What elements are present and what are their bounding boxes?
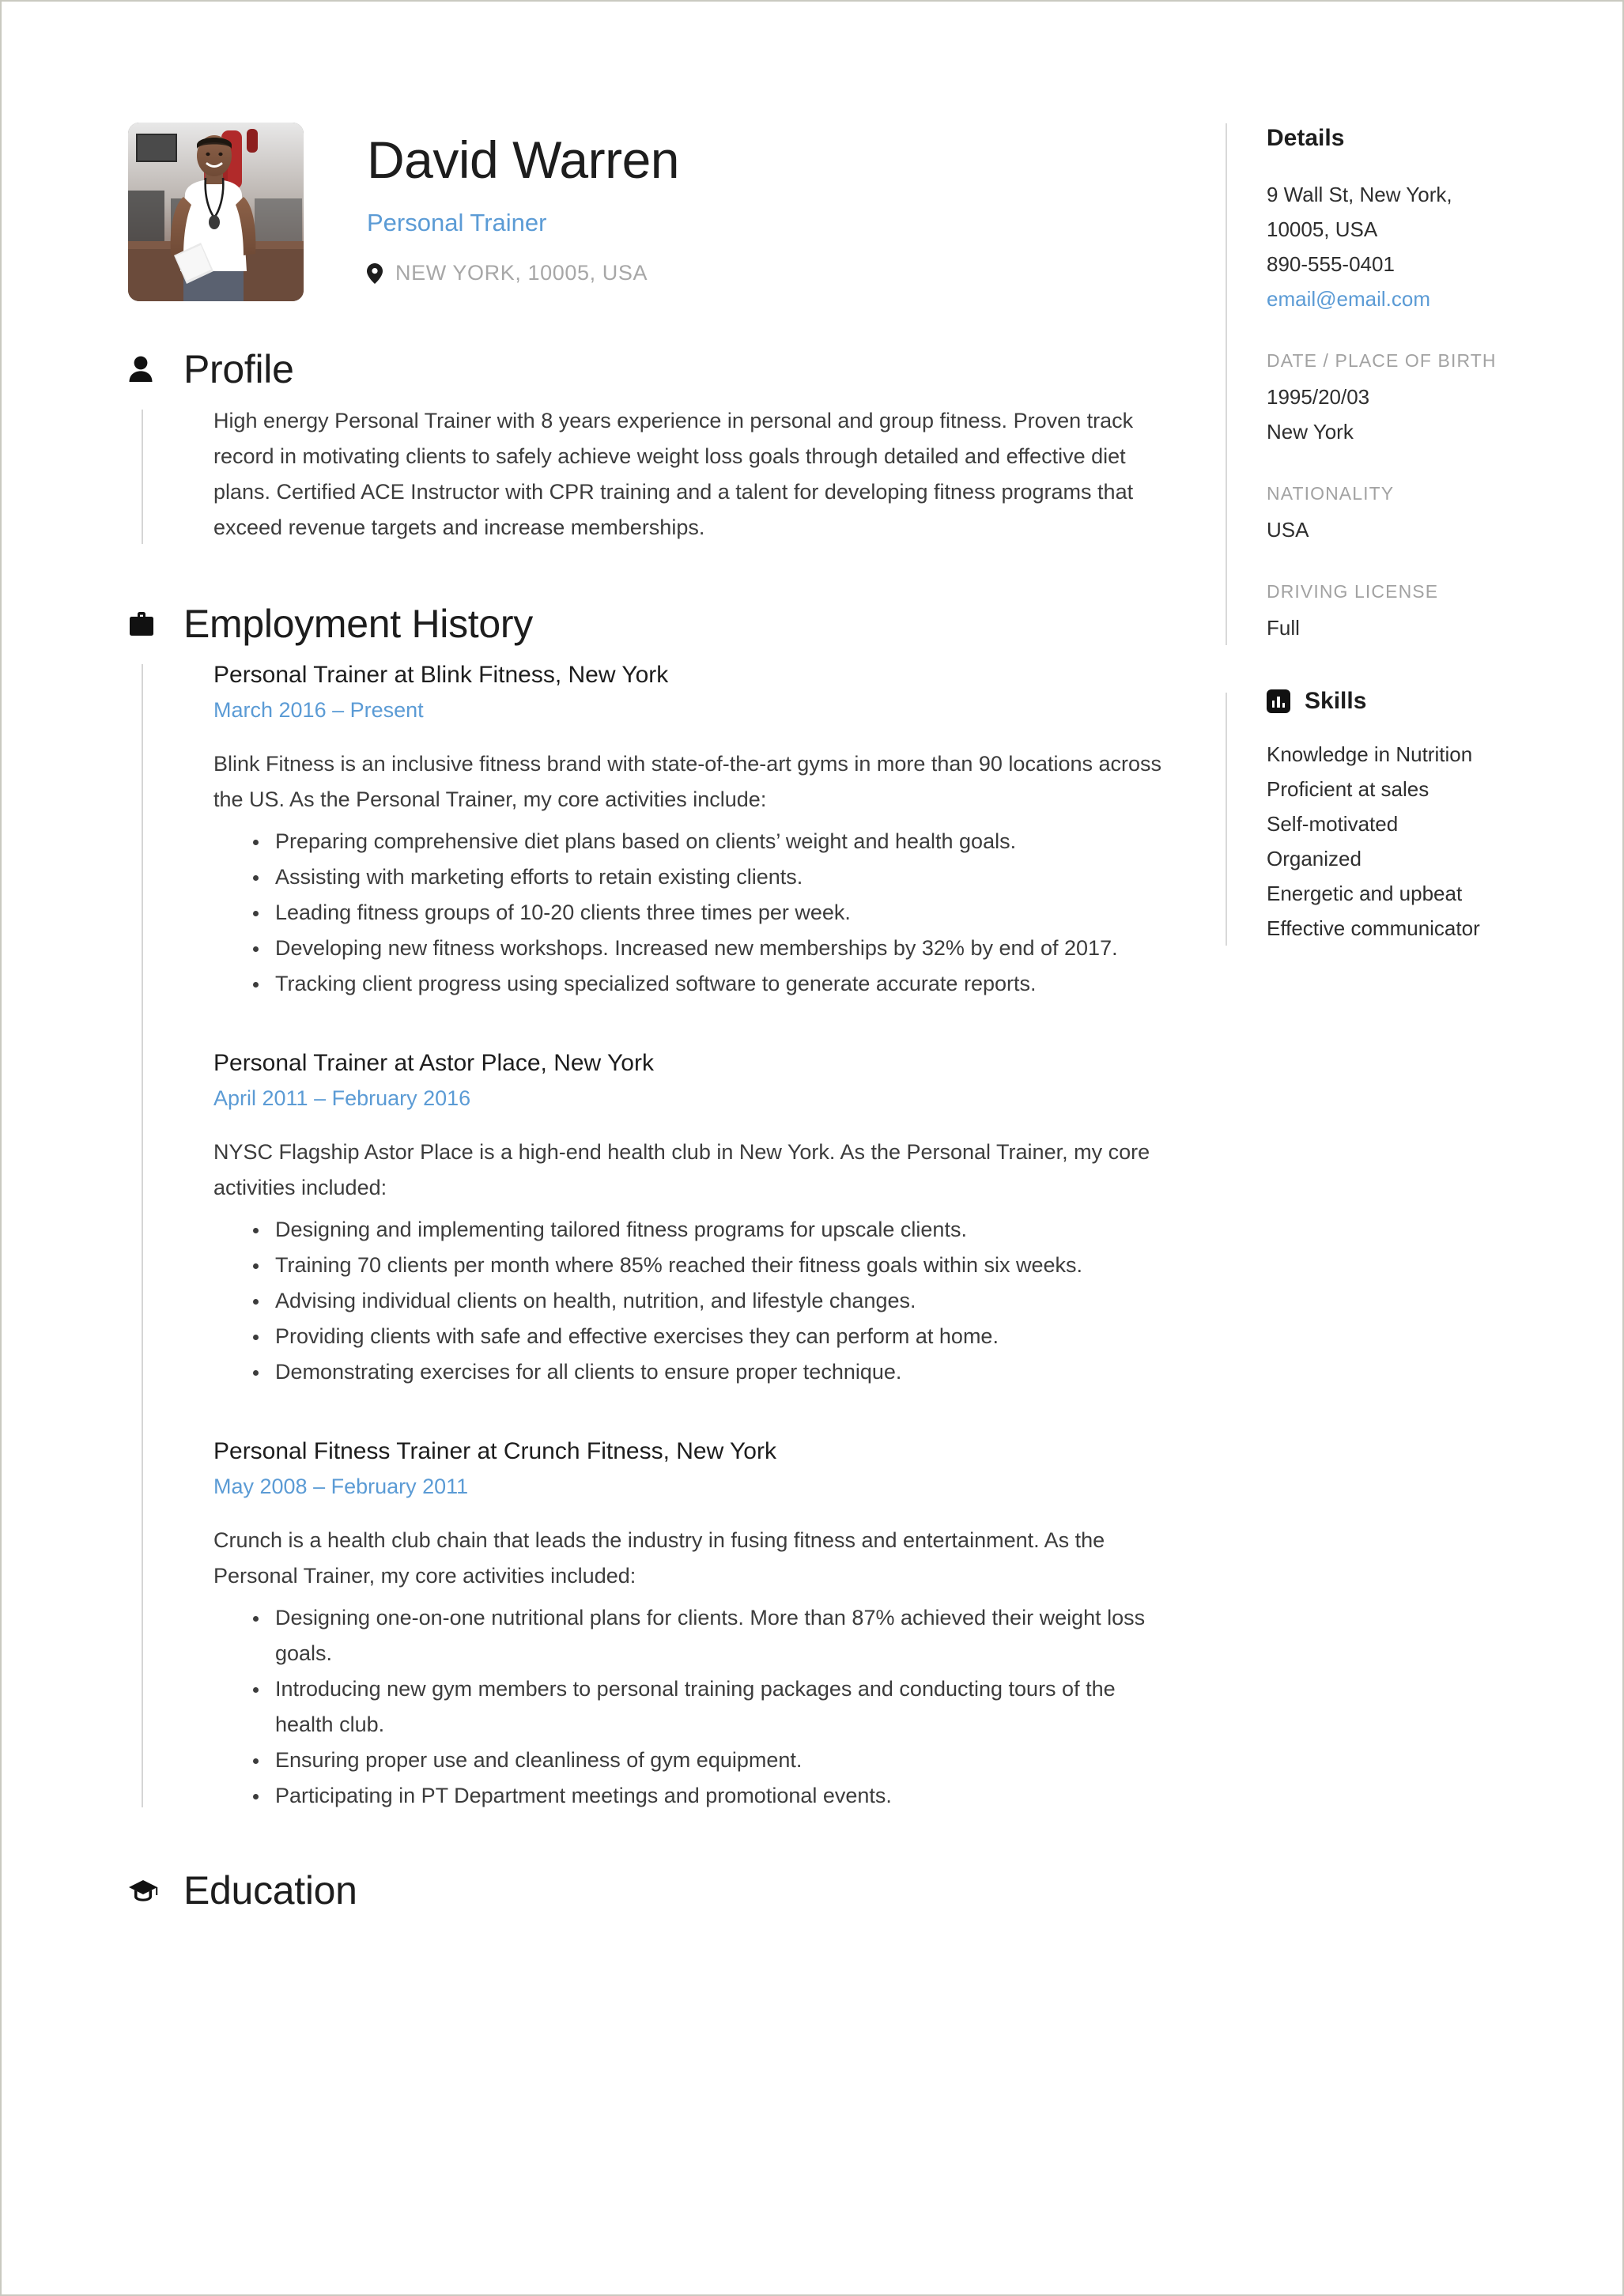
education-section-header: Education xyxy=(128,1863,1164,1918)
dob-group: DATE / PLACE OF BIRTH 1995/20/03 New Yor… xyxy=(1267,346,1565,449)
job-entry-title: Personal Fitness Trainer at Crunch Fitne… xyxy=(213,1438,776,1464)
job-entry-description: NYSC Flagship Astor Place is a high-end … xyxy=(213,1140,1150,1199)
skills-block: Skills Knowledge in Nutrition Proficient … xyxy=(1226,689,1565,946)
list-item: Participating in PT Department meetings … xyxy=(250,1778,1164,1814)
skill-item: Self-motivated xyxy=(1267,812,1399,836)
list-item: Ensuring proper use and cleanliness of g… xyxy=(250,1743,1164,1778)
location-text: NEW YORK, 10005, USA xyxy=(395,261,648,285)
job-entry: Personal Trainer at Blink Fitness, New Y… xyxy=(213,658,1164,1002)
job-entry-dates: April 2011 – February 2016 xyxy=(213,1086,471,1110)
job-entry-dates: May 2008 – February 2011 xyxy=(213,1475,469,1498)
location-pin-icon xyxy=(367,262,383,284)
list-item: Training 70 clients per month where 85% … xyxy=(250,1248,1164,1283)
profile-text: High energy Personal Trainer with 8 year… xyxy=(213,409,1134,539)
resume-page: David Warren Personal Trainer NEW YORK, … xyxy=(0,0,1624,2296)
address-line-2: 10005, USA xyxy=(1267,217,1378,241)
skill-item: Knowledge in Nutrition xyxy=(1267,742,1473,766)
graduation-cap-icon xyxy=(128,1879,164,1902)
nationality-label: NATIONALITY xyxy=(1267,483,1395,504)
contact-details: 9 Wall St, New York, 10005, USA 890-555-… xyxy=(1267,177,1565,316)
employment-body: Personal Trainer at Blink Fitness, New Y… xyxy=(128,658,1164,1814)
driving-license-value: Full xyxy=(1267,616,1300,640)
resume-header: David Warren Personal Trainer NEW YORK, … xyxy=(128,116,1140,306)
email-link[interactable]: email@email.com xyxy=(1267,281,1565,316)
job-entry-title: Personal Trainer at Astor Place, New Yor… xyxy=(213,1050,654,1076)
main-column: Profile High energy Personal Trainer wit… xyxy=(128,342,1164,1924)
job-entry-description: Blink Fitness is an inclusive fitness br… xyxy=(213,752,1162,811)
avatar xyxy=(128,123,304,301)
profile-section: Profile High energy Personal Trainer wit… xyxy=(128,342,1164,550)
skills-list: Knowledge in Nutrition Proficient at sale… xyxy=(1267,737,1565,946)
person-icon xyxy=(128,356,164,383)
list-item: Designing one-on-one nutritional plans f… xyxy=(250,1600,1164,1671)
list-item: Leading fitness groups of 10-20 clients … xyxy=(250,895,1164,931)
driving-license-group: DRIVING LICENSE Full xyxy=(1267,577,1565,645)
job-entry: Personal Trainer at Astor Place, New Yor… xyxy=(213,1046,1164,1390)
nationality-group: NATIONALITY USA xyxy=(1267,479,1565,547)
education-section-title: Education xyxy=(183,1868,357,1913)
skill-item: Energetic and upbeat xyxy=(1267,882,1463,905)
dob-label: DATE / PLACE OF BIRTH xyxy=(1267,350,1497,371)
sidebar: Details 9 Wall St, New York, 10005, USA … xyxy=(1226,120,1565,946)
location-row: NEW YORK, 10005, USA xyxy=(367,237,679,285)
list-item: Assisting with marketing efforts to reta… xyxy=(250,859,1164,895)
employment-section: Employment History Personal Trainer at B… xyxy=(128,596,1164,1814)
profile-section-header: Profile xyxy=(128,342,1164,397)
job-entry-description: Crunch is a health club chain that leads… xyxy=(213,1528,1105,1588)
nationality-value: USA xyxy=(1267,518,1309,542)
list-item: Advising individual clients on health, n… xyxy=(250,1283,1164,1319)
jobs-container: Personal Trainer at Blink Fitness, New Y… xyxy=(213,658,1164,1814)
job-entry-bullets: Preparing comprehensive diet plans based… xyxy=(213,824,1164,1002)
profile-body: High energy Personal Trainer with 8 year… xyxy=(128,403,1164,550)
employment-section-header: Employment History xyxy=(128,596,1164,651)
dob-date: 1995/20/03 xyxy=(1267,385,1370,409)
job-entry-bullets: Designing and implementing tailored fitn… xyxy=(213,1212,1164,1390)
list-item: Designing and implementing tailored fitn… xyxy=(250,1212,1164,1248)
phone-number: 890-555-0401 xyxy=(1267,252,1395,276)
job-entry-title: Personal Trainer at Blink Fitness, New Y… xyxy=(213,662,669,688)
list-item: Demonstrating exercises for all clients … xyxy=(250,1354,1164,1390)
list-item: Developing new fitness workshops. Increa… xyxy=(250,931,1164,966)
briefcase-icon xyxy=(128,611,164,636)
job-title-subheading: Personal Trainer xyxy=(367,209,547,236)
bar-chart-icon xyxy=(1267,689,1290,713)
education-section: Education xyxy=(128,1863,1164,1918)
list-item: Tracking client progress using specializ… xyxy=(250,966,1164,1002)
skill-item: Organized xyxy=(1267,847,1362,870)
profile-section-title: Profile xyxy=(183,347,294,391)
dob-place: New York xyxy=(1267,420,1354,444)
skills-header: Skills xyxy=(1267,689,1565,713)
details-block: Details 9 Wall St, New York, 10005, USA … xyxy=(1226,120,1565,645)
list-item: Preparing comprehensive diet plans based… xyxy=(250,824,1164,859)
job-entry: Personal Fitness Trainer at Crunch Fitne… xyxy=(213,1434,1164,1814)
resume-sheet: David Warren Personal Trainer NEW YORK, … xyxy=(2,2,1622,2294)
skill-item: Effective communicator xyxy=(1267,916,1480,940)
job-entry-dates: March 2016 – Present xyxy=(213,698,424,722)
header-text: David Warren Personal Trainer NEW YORK, … xyxy=(367,116,680,285)
list-item: Introducing new gym members to personal … xyxy=(250,1671,1164,1743)
employment-section-title: Employment History xyxy=(183,602,533,646)
list-item: Providing clients with safe and effectiv… xyxy=(250,1319,1164,1354)
skills-title: Skills xyxy=(1305,688,1367,714)
avatar-photo xyxy=(128,123,304,301)
job-entry-bullets: Designing one-on-one nutritional plans f… xyxy=(213,1600,1164,1814)
skill-item: Proficient at sales xyxy=(1267,777,1429,801)
address-line-1: 9 Wall St, New York, xyxy=(1267,183,1452,206)
page-title: David Warren xyxy=(367,130,680,189)
details-title: Details xyxy=(1267,125,1345,151)
driving-license-label: DRIVING LICENSE xyxy=(1267,581,1439,602)
